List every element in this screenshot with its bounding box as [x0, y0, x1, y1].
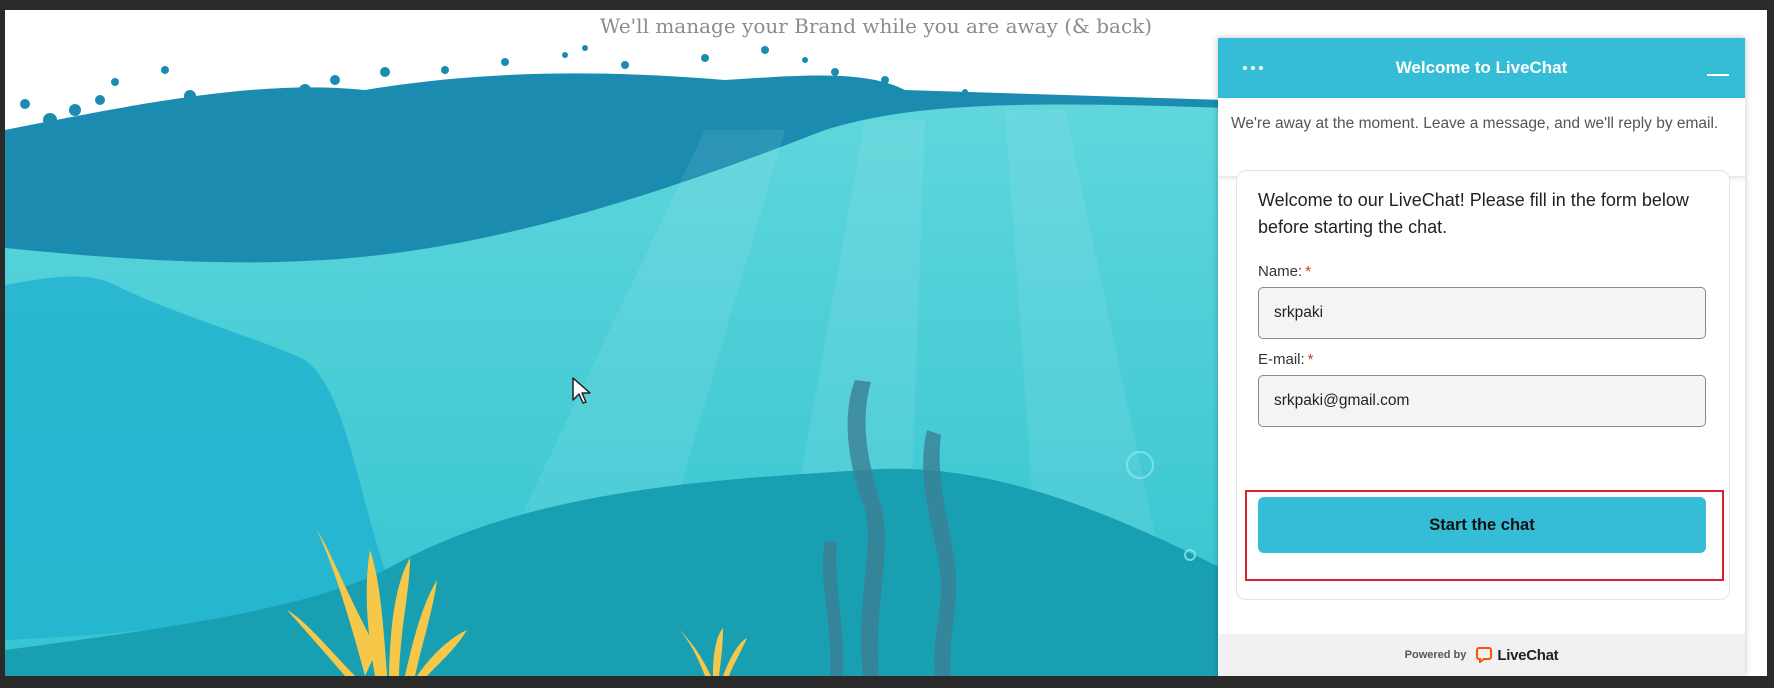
- prechat-form: Welcome to our LiveChat! Please fill in …: [1236, 170, 1730, 600]
- chat-title: Welcome to LiveChat: [1395, 58, 1568, 77]
- name-field-label: Name: *: [1258, 263, 1311, 280]
- livechat-brand: LiveChat: [1476, 646, 1559, 664]
- away-message-banner: We're away at the moment. Leave a messag…: [1218, 98, 1745, 177]
- chat-header: Welcome to LiveChat: [1218, 38, 1745, 98]
- required-mark: *: [1307, 351, 1314, 368]
- required-mark: *: [1305, 263, 1312, 280]
- page-tagline: We'll manage your Brand while you are aw…: [599, 14, 1153, 38]
- livechat-logo-icon: [1476, 647, 1493, 663]
- livechat-widget: Welcome to LiveChat We're away at the mo…: [1218, 38, 1745, 676]
- browser-viewport: We'll manage your Brand while you are aw…: [5, 10, 1767, 676]
- name-input[interactable]: [1258, 287, 1706, 339]
- email-label-text: E-mail:: [1258, 351, 1305, 368]
- powered-by-text: Powered by: [1404, 649, 1467, 661]
- start-chat-button[interactable]: Start the chat: [1258, 497, 1706, 553]
- minimize-icon[interactable]: [1705, 56, 1731, 82]
- livechat-brand-name: LiveChat: [1497, 646, 1559, 664]
- email-input[interactable]: [1258, 375, 1706, 427]
- name-label-text: Name:: [1258, 263, 1303, 280]
- email-field-label: E-mail: *: [1258, 351, 1314, 368]
- away-message: We're away at the moment. Leave a messag…: [1231, 115, 1719, 132]
- powered-by-footer[interactable]: Powered by LiveChat: [1218, 634, 1745, 676]
- mouse-cursor-icon: [572, 377, 591, 404]
- welcome-message: Welcome to our LiveChat! Please fill in …: [1258, 190, 1689, 237]
